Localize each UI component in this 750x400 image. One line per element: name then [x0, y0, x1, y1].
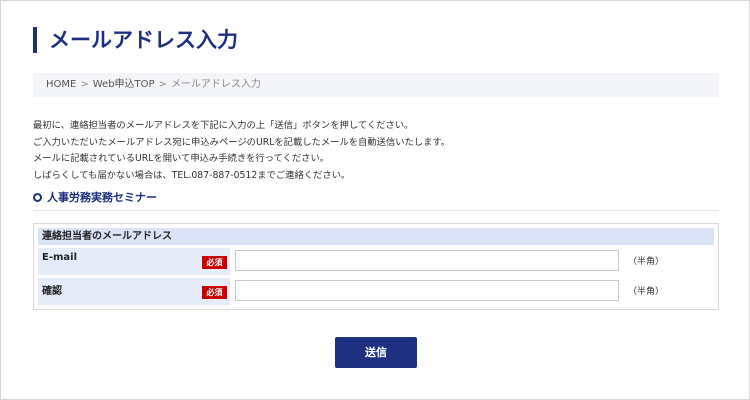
intro-line: 最初に、連絡担当者のメールアドレスを下記に入力の上「送信」ボタンを押してください…	[33, 120, 414, 131]
intro-line: メールに記載されているURLを開いて申込み手続きを行ってください。	[33, 153, 330, 164]
breadcrumb-web-top-link[interactable]: Web申込TOP	[93, 79, 155, 90]
email-input[interactable]	[235, 250, 619, 271]
breadcrumb-home-link[interactable]: HOME	[46, 79, 76, 90]
field-label: E-mail	[42, 252, 78, 263]
required-badge: 必須	[202, 256, 227, 269]
section-title: 人事労務実務セミナー	[47, 191, 157, 204]
intro-line: ご入力いただいたメールアドレス宛に申込みページのURLを記載したメールを自動送信…	[33, 136, 451, 148]
form-row-confirm: 確認 必須 （半角）	[38, 278, 714, 305]
circle-bullet-icon	[33, 193, 42, 202]
field-label-cell: 確認 必須	[38, 278, 230, 305]
breadcrumb-separator: >	[80, 79, 89, 90]
intro-line: しばらくしても届かない場合は、TEL.087-887-0512までご連絡ください…	[33, 169, 351, 181]
form-header: 連絡担当者のメールアドレス	[38, 228, 714, 245]
breadcrumb-current: メールアドレス入力	[170, 79, 261, 90]
page-frame: メールアドレス入力 HOME > Web申込TOP > メールアドレス入力 最初に、連絡…	[0, 0, 750, 400]
page-title: メールアドレス入力	[33, 27, 238, 53]
breadcrumb-separator: >	[158, 79, 167, 90]
required-badge: 必須	[202, 286, 227, 299]
submit-button[interactable]: 送信	[335, 337, 417, 368]
field-label-cell: E-mail 必須	[38, 248, 230, 275]
form-row-email: E-mail 必須 （半角）	[38, 248, 714, 275]
section-heading: 人事労務実務セミナー	[33, 190, 719, 211]
email-form: 連絡担当者のメールアドレス E-mail 必須 （半角） 確認 必須 （半角）	[33, 223, 719, 310]
intro-text: 最初に、連絡担当者のメールアドレスを下記に入力の上「送信」ボタンを押してください…	[33, 118, 723, 184]
field-hint: （半角）	[628, 257, 665, 267]
field-hint: （半角）	[628, 287, 665, 297]
email-confirm-input[interactable]	[235, 280, 619, 301]
field-label: 確認	[42, 286, 62, 297]
breadcrumb: HOME > Web申込TOP > メールアドレス入力	[33, 73, 719, 97]
